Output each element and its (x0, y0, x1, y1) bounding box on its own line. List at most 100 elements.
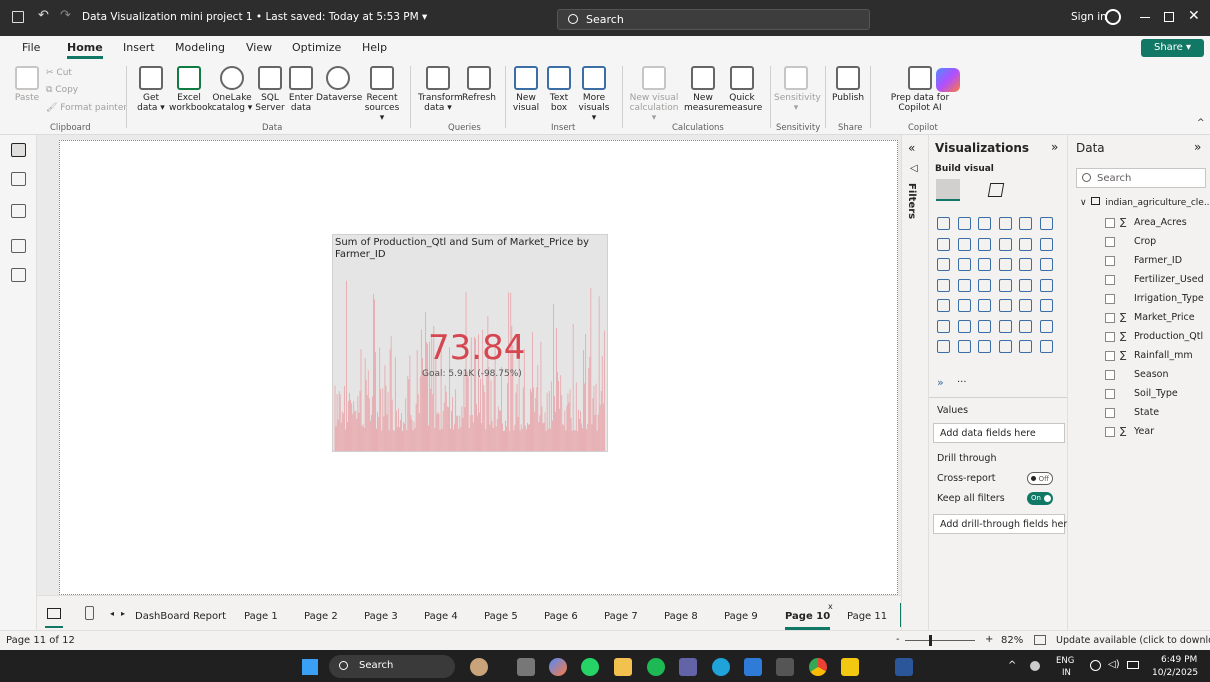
account-icon[interactable] (1105, 9, 1121, 25)
power-apps-icon[interactable] (978, 340, 991, 353)
stacked-bar-100-icon[interactable] (978, 217, 991, 230)
field-name[interactable]: Area_Acres (1134, 217, 1187, 228)
collapse-visualizations-icon[interactable]: » (1051, 140, 1058, 154)
input-language[interactable]: ENG (1056, 656, 1074, 666)
field-name[interactable]: Fertilizer_Used (1134, 274, 1204, 285)
field-checkbox[interactable] (1105, 313, 1115, 323)
shape-map-icon[interactable] (998, 278, 1012, 292)
build-visual-tab-icon[interactable] (936, 179, 960, 201)
report-view-icon[interactable] (11, 143, 26, 157)
scatter-2-icon[interactable] (998, 258, 1012, 271)
store-icon[interactable] (744, 658, 762, 676)
edge-icon[interactable] (712, 658, 730, 676)
menu-optimize[interactable]: Optimize (292, 41, 341, 54)
tab-page-8[interactable]: Page 8 (664, 611, 698, 622)
slicer-icon[interactable] (998, 299, 1012, 312)
copilot-taskbar-icon[interactable] (549, 658, 567, 676)
tab-page-2[interactable]: Page 2 (304, 611, 338, 622)
table-icon[interactable] (1019, 299, 1032, 312)
field-checkbox[interactable] (1105, 256, 1115, 266)
field-name[interactable]: Farmer_ID (1134, 255, 1182, 266)
new-measure-button[interactable]: New measure (684, 66, 723, 113)
get-data-button[interactable]: Get data ▾ (136, 66, 166, 113)
sql-server-button[interactable]: SQL Server (255, 66, 285, 113)
area-chart-icon[interactable] (957, 237, 971, 251)
tab-dashboard-report[interactable]: DashBoard Report (135, 611, 226, 622)
qa-icon[interactable] (1019, 319, 1032, 333)
volume-icon[interactable]: ◁) (1108, 659, 1120, 670)
settings-app-icon[interactable] (776, 658, 794, 676)
menu-help[interactable]: Help (362, 41, 387, 54)
windows-start-icon[interactable] (302, 659, 318, 675)
new-visual-calculation-button[interactable]: New visual calculation ▾ (626, 66, 682, 123)
field-name[interactable]: Soil_Type (1134, 388, 1178, 399)
menu-file[interactable]: File (22, 41, 40, 54)
smart-narrative-icon[interactable] (1039, 319, 1053, 333)
report-canvas[interactable]: Sum of Production_Qtl and Sum of Market_… (59, 140, 898, 595)
tabs-scroll-left-icon[interactable]: ◂ (110, 609, 114, 618)
whatsapp-icon[interactable] (581, 658, 599, 676)
clustered-column-icon[interactable] (1019, 217, 1032, 230)
table-view-icon[interactable] (11, 172, 26, 186)
tray-app-icon[interactable] (1030, 661, 1040, 671)
tab-page-7[interactable]: Page 7 (604, 611, 638, 622)
power-automate-icon[interactable] (998, 340, 1012, 353)
tabs-scroll-right-icon[interactable]: ▸ (121, 609, 125, 618)
redo-icon[interactable]: ↷ (60, 8, 71, 23)
donut-icon[interactable] (1039, 258, 1053, 271)
clustered-bar-icon[interactable] (957, 217, 971, 230)
tab-page-4[interactable]: Page 4 (424, 611, 458, 622)
menu-home[interactable]: Home (67, 41, 103, 59)
teams-icon[interactable] (679, 658, 697, 676)
onelake-button[interactable]: OneLake catalog ▾ (211, 66, 253, 113)
field-checkbox[interactable] (1105, 294, 1115, 304)
field-name[interactable]: Irrigation_Type (1134, 293, 1204, 304)
avatar-app-icon[interactable] (470, 658, 488, 676)
close-icon[interactable]: ✕ (1188, 8, 1200, 24)
copilot-icon[interactable] (936, 68, 960, 92)
filled-map-icon[interactable] (978, 278, 991, 292)
ai-insights-icon[interactable] (1019, 340, 1032, 353)
format-painter-button[interactable]: 🖌 Format painter (46, 103, 127, 113)
tab-page-1[interactable]: Page 1 (244, 611, 278, 622)
kpi-visual[interactable]: Sum of Production_Qtl and Sum of Market_… (332, 234, 608, 452)
kpi-icon[interactable] (978, 299, 991, 312)
field-checkbox[interactable] (1105, 389, 1115, 399)
quick-measure-button[interactable]: Quick measure (723, 66, 762, 113)
more-visuals-icon[interactable]: » (937, 376, 944, 389)
python-visual-icon[interactable] (957, 319, 971, 333)
field-name[interactable]: Production_Qtl (1134, 331, 1203, 342)
paste-button[interactable]: Paste (14, 66, 40, 103)
field-checkbox[interactable] (1105, 218, 1115, 228)
card-icon[interactable] (937, 299, 950, 312)
enter-data-button[interactable]: Enter data (287, 66, 315, 113)
chrome-icon[interactable] (809, 658, 827, 676)
minimize-icon[interactable] (1140, 17, 1150, 18)
network-icon[interactable] (1090, 660, 1101, 671)
field-checkbox[interactable] (1105, 237, 1115, 247)
tray-overflow-icon[interactable]: ^ (1008, 660, 1016, 671)
map-icon[interactable] (957, 278, 971, 292)
mobile-layout-icon[interactable] (85, 606, 94, 620)
power-bi-icon[interactable] (841, 658, 859, 676)
word-icon[interactable] (895, 658, 913, 676)
field-checkbox[interactable] (1105, 275, 1115, 285)
collapse-data-icon[interactable]: » (1194, 140, 1201, 154)
model-view-icon[interactable] (11, 204, 26, 218)
values-well[interactable]: Add data fields here (933, 423, 1065, 443)
tab-page-5[interactable]: Page 5 (484, 611, 518, 622)
field-name[interactable]: Season (1134, 369, 1168, 380)
tab-page-6[interactable]: Page 6 (544, 611, 578, 622)
dataverse-button[interactable]: Dataverse (316, 66, 362, 103)
undo-icon[interactable]: ↶ (38, 8, 49, 23)
desktop-layout-icon[interactable] (47, 608, 61, 619)
menu-view[interactable]: View (246, 41, 272, 54)
line-chart-icon[interactable] (937, 237, 950, 251)
file-explorer-icon[interactable] (614, 658, 632, 676)
treemap-icon[interactable] (978, 258, 991, 271)
zoom-out-button[interactable]: - (896, 634, 900, 645)
zoom-slider-track[interactable] (905, 640, 975, 641)
waterfall-icon[interactable] (1019, 237, 1032, 251)
publish-button[interactable]: Publish (830, 66, 866, 103)
maximize-icon[interactable] (1164, 12, 1174, 22)
